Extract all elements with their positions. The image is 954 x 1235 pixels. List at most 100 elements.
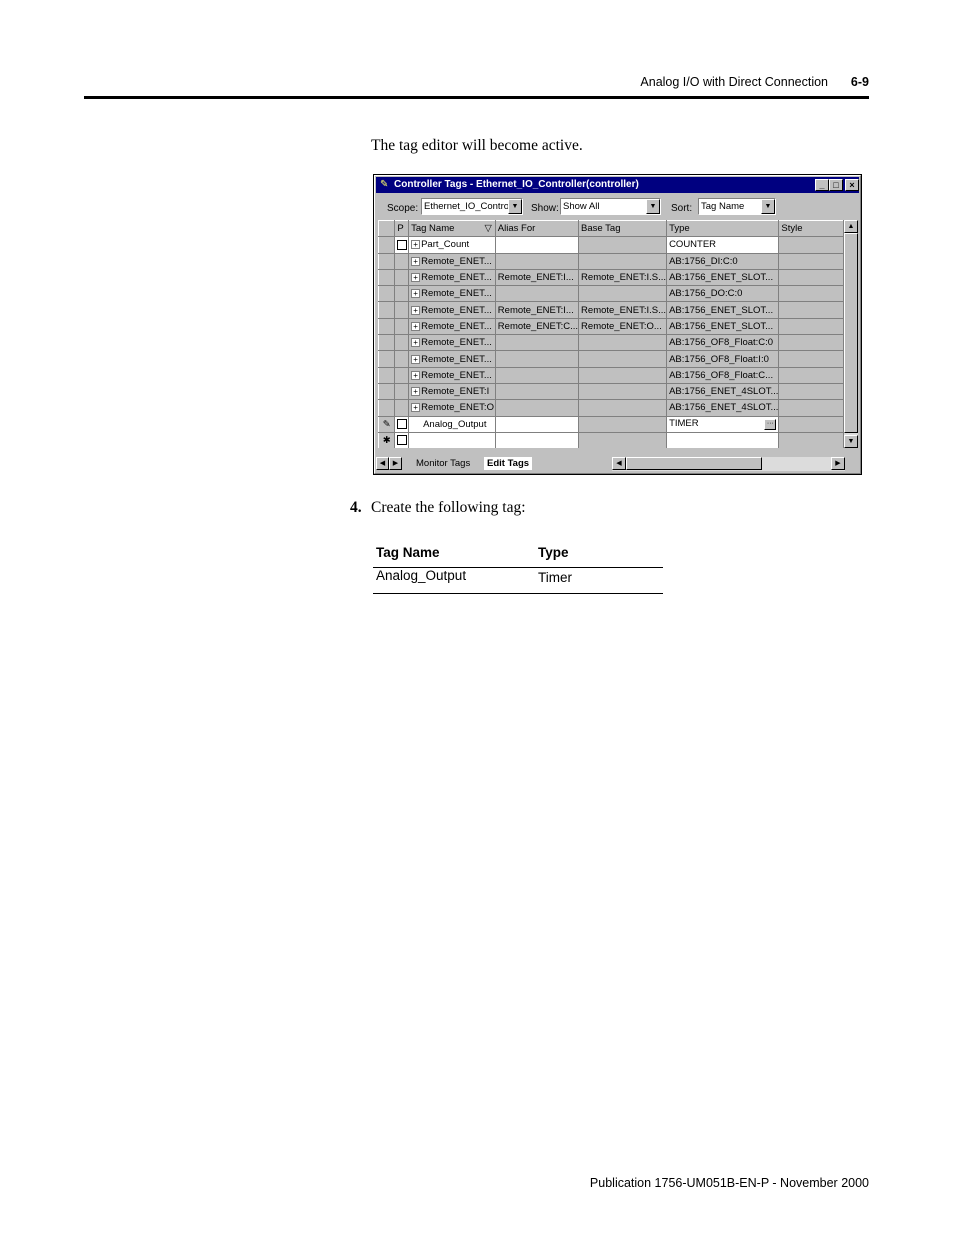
table-row[interactable]: + Remote_ENET:O AB:1756_ENET_4SLOT...	[378, 399, 844, 417]
type-cell[interactable]: TIMER ···	[666, 415, 780, 433]
persist-cell[interactable]	[394, 382, 410, 401]
type-cell[interactable]: AB:1756_DO:C:0	[666, 285, 780, 303]
persist-cell[interactable]	[394, 301, 410, 319]
tag-name-cell[interactable]: + Remote_ENET...	[408, 350, 496, 368]
expand-icon[interactable]: +	[411, 354, 421, 364]
table-row[interactable]: + Remote_ENET... Remote_ENET:I... Remote_EN…	[378, 301, 844, 319]
expand-icon[interactable]: +	[411, 403, 421, 413]
maximize-button[interactable]: □	[829, 179, 843, 191]
expand-icon[interactable]: +	[411, 273, 421, 283]
table-row[interactable]: ✱	[378, 431, 844, 448]
expand-icon[interactable]: +	[411, 338, 421, 348]
type-cell[interactable]: AB:1756_OF8_Float:C...	[666, 366, 780, 384]
alias-for-cell[interactable]	[494, 399, 580, 417]
expand-icon[interactable]: +	[411, 240, 421, 250]
tag-name-cell[interactable]: + Remote_ENET...	[408, 334, 496, 352]
expand-icon[interactable]: +	[411, 321, 421, 331]
style-cell[interactable]	[778, 252, 844, 270]
type-cell[interactable]: AB:1756_ENET_4SLOT...	[666, 382, 780, 401]
style-cell[interactable]	[778, 415, 844, 433]
style-cell[interactable]	[778, 285, 844, 303]
tag-name-cell[interactable]: + Remote_ENET...	[408, 285, 496, 303]
horizontal-scrollbar[interactable]: ◀ ▶	[612, 457, 845, 471]
persist-cell[interactable]	[394, 399, 410, 417]
row-selector[interactable]	[378, 366, 396, 384]
table-row[interactable]: + Remote_ENET... Remote_ENET:I... Remote_EN…	[378, 268, 844, 287]
sort-select[interactable]: Tag Name ▼	[698, 198, 776, 215]
tag-name-cell[interactable]: + Remote_ENET...	[408, 301, 496, 319]
show-select[interactable]: Show All ▼	[560, 198, 661, 215]
scroll-down-icon[interactable]: ▼	[844, 435, 858, 448]
tag-name-cell[interactable]	[408, 431, 496, 448]
row-selector[interactable]	[378, 399, 396, 417]
expand-icon[interactable]: +	[411, 370, 421, 380]
tag-name-cell[interactable]: Analog_Output	[408, 415, 496, 433]
column-header-alias-for[interactable]: Alias For	[494, 220, 580, 238]
chevron-down-icon[interactable]: ▼	[761, 199, 775, 214]
vertical-scrollbar[interactable]: ▲ ▼	[844, 220, 858, 448]
style-cell[interactable]	[778, 350, 844, 368]
type-cell[interactable]: AB:1756_ENET_SLOT...	[666, 268, 780, 287]
expand-icon[interactable]: +	[411, 305, 421, 315]
expand-icon[interactable]: +	[411, 289, 421, 299]
chevron-down-icon[interactable]: ▼	[646, 199, 660, 214]
row-selector[interactable]	[378, 285, 396, 303]
style-cell[interactable]	[778, 301, 844, 319]
row-selector[interactable]: ✱	[378, 431, 396, 448]
tag-name-cell[interactable]: + Remote_ENET...	[408, 268, 496, 287]
type-cell[interactable]: AB:1756_ENET_SLOT...	[666, 317, 780, 336]
alias-for-cell[interactable]	[494, 431, 580, 448]
table-row[interactable]: + Remote_ENET... AB:1756_OF8_Float:C:0	[378, 334, 844, 352]
table-row[interactable]: + Remote_ENET... AB:1756_DI:C:0	[378, 252, 844, 270]
persist-checkbox[interactable]	[397, 435, 408, 446]
type-cell[interactable]: AB:1756_ENET_4SLOT...	[666, 399, 780, 417]
table-row[interactable]: + Remote_ENET... AB:1756_DO:C:0	[378, 285, 844, 303]
tag-name-cell[interactable]: + Remote_ENET...	[408, 252, 496, 270]
alias-for-cell[interactable]	[494, 285, 580, 303]
style-cell[interactable]	[778, 268, 844, 287]
column-header-type[interactable]: Type	[666, 220, 780, 238]
style-cell[interactable]	[778, 317, 844, 336]
expand-icon[interactable]: +	[411, 387, 421, 397]
alias-for-cell[interactable]	[494, 334, 580, 352]
table-row[interactable]: ✎ Analog_Output TIMER ···	[378, 415, 844, 433]
scope-select[interactable]: Ethernet_IO_Control ▼	[421, 198, 523, 215]
alias-for-cell[interactable]: Remote_ENET:C...	[494, 317, 580, 336]
style-cell[interactable]	[778, 431, 844, 448]
table-row[interactable]: + Remote_ENET... AB:1756_OF8_Float:I:0	[378, 350, 844, 368]
alias-for-cell[interactable]: Remote_ENET:I...	[494, 301, 580, 319]
tab-scroll-right-icon[interactable]: ▶	[389, 457, 402, 470]
persist-cell[interactable]	[394, 334, 410, 352]
persist-cell[interactable]	[394, 415, 410, 433]
column-header-tag-name[interactable]: Tag Name ▽	[408, 220, 496, 238]
persist-cell[interactable]	[394, 431, 410, 448]
window-titlebar[interactable]: ✎ Controller Tags - Ethernet_IO_Controll…	[376, 177, 859, 193]
alias-for-cell[interactable]	[494, 236, 580, 254]
expand-icon[interactable]: +	[411, 256, 421, 266]
row-selector[interactable]	[378, 301, 396, 319]
persist-cell[interactable]	[394, 268, 410, 287]
tag-name-cell[interactable]: + Part_Count	[408, 236, 496, 254]
tag-name-cell[interactable]: + Remote_ENET...	[408, 366, 496, 384]
row-selector[interactable]	[378, 350, 396, 368]
persist-cell[interactable]	[394, 350, 410, 368]
style-cell[interactable]	[778, 334, 844, 352]
row-selector[interactable]	[378, 236, 396, 254]
alias-for-cell[interactable]: Remote_ENET:I...	[494, 268, 580, 287]
table-row[interactable]: + Remote_ENET... AB:1756_OF8_Float:C...	[378, 366, 844, 384]
style-cell[interactable]	[778, 366, 844, 384]
persist-checkbox[interactable]	[397, 239, 408, 250]
tab-monitor-tags[interactable]: Monitor Tags	[416, 457, 470, 470]
table-row[interactable]: + Remote_ENET... Remote_ENET:C... Remote_EN…	[378, 317, 844, 336]
row-selector[interactable]: ✎	[378, 415, 396, 433]
column-header-style[interactable]: Style	[778, 220, 844, 238]
persist-cell[interactable]	[394, 285, 410, 303]
browse-type-button[interactable]: ···	[764, 419, 777, 431]
tab-scroll-left-icon[interactable]: ◀	[376, 457, 389, 470]
column-header-p[interactable]: P	[394, 220, 410, 238]
type-cell[interactable]	[666, 431, 780, 448]
persist-checkbox[interactable]	[397, 419, 408, 430]
style-cell[interactable]	[778, 382, 844, 401]
style-cell[interactable]	[778, 236, 844, 254]
persist-cell[interactable]	[394, 317, 410, 336]
